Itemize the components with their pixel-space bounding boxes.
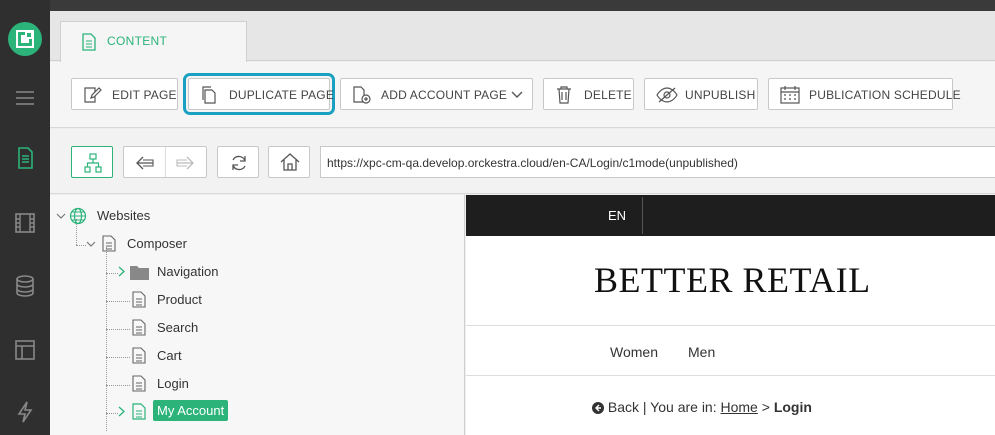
tree-label: My Account <box>153 400 229 421</box>
duplicate-icon <box>202 86 216 104</box>
edit-page-button[interactable]: EDIT PAGE <box>71 78 178 110</box>
unpublish-button[interactable]: UNPUBLISH <box>644 78 758 110</box>
tree-node-product[interactable]: Product <box>132 289 252 311</box>
chevron-down-icon[interactable] <box>86 241 96 248</box>
tree-label: Cart <box>157 348 182 363</box>
add-account-page-label: ADD ACCOUNT PAGE <box>381 88 508 102</box>
breadcrumb-home-link[interactable]: Home <box>721 399 758 415</box>
sitemap-icon <box>84 153 102 173</box>
tree-label: Product <box>157 292 202 307</box>
hamburger-menu-icon[interactable] <box>13 86 37 110</box>
page-icon <box>132 347 146 364</box>
site-tree: Websites Composer Navigation Product Sea… <box>50 195 465 435</box>
add-account-page-button[interactable]: ADD ACCOUNT PAGE <box>340 78 533 110</box>
menu-link-women[interactable]: Women <box>610 344 658 360</box>
tree-node-cart[interactable]: Cart <box>132 345 252 367</box>
browser-navigation-bar: https://xpc-cm-qa.develop.orckestra.clou… <box>50 129 995 194</box>
page-icon <box>102 235 116 252</box>
url-text: https://xpc-cm-qa.develop.orckestra.clou… <box>327 156 738 170</box>
page-icon <box>132 403 146 420</box>
folder-icon <box>130 266 149 280</box>
app-logo-icon[interactable] <box>8 22 42 56</box>
sitemap-toggle-button[interactable] <box>71 146 113 178</box>
layout-perspective-icon[interactable] <box>13 338 37 362</box>
breadcrumb-current: Login <box>773 399 812 415</box>
breadcrumb: Back | You are in: Home > Login <box>592 399 812 415</box>
toolbar: EDIT PAGE DUPLICATE PAGE ADD ACCOUNT PAG… <box>50 62 995 128</box>
edit-page-label: EDIT PAGE <box>112 88 177 102</box>
chevron-right-icon[interactable] <box>118 266 125 277</box>
app-sidebar <box>0 0 50 435</box>
duplicate-page-label: DUPLICATE PAGE <box>229 88 335 102</box>
trash-icon <box>557 86 571 104</box>
delete-label: DELETE <box>584 88 632 102</box>
menu-link-men[interactable]: Men <box>688 344 715 360</box>
eye-off-icon <box>656 87 678 103</box>
globe-icon <box>69 207 87 225</box>
page-icon <box>132 319 146 336</box>
tree-node-my-account[interactable]: My Account <box>118 400 268 423</box>
data-perspective-icon[interactable] <box>13 274 37 298</box>
functions-perspective-icon[interactable] <box>13 400 37 424</box>
edit-icon <box>84 87 102 103</box>
breadcrumb-prefix: | You are in: <box>642 399 717 415</box>
unpublish-label: UNPUBLISH <box>685 88 756 102</box>
page-preview: EN BETTER RETAIL Women Men Back | You ar… <box>466 195 995 435</box>
page-icon <box>132 291 146 308</box>
publication-schedule-label: PUBLICATION SCHEDULE <box>809 88 961 102</box>
calendar-icon <box>780 86 800 104</box>
breadcrumb-back-link[interactable]: Back <box>608 399 639 415</box>
preview-top-bar: EN <box>466 195 995 236</box>
tree-label: Websites <box>97 208 151 223</box>
chevron-right-icon[interactable] <box>118 406 125 417</box>
chevron-down-icon[interactable] <box>56 213 66 220</box>
tree-node-composer[interactable]: Composer <box>86 233 236 255</box>
tree-label: Navigation <box>157 264 219 279</box>
page-icon <box>132 375 146 392</box>
url-address-field[interactable]: https://xpc-cm-qa.develop.orckestra.clou… <box>320 146 995 178</box>
tab-content[interactable]: CONTENT <box>60 21 247 62</box>
brand-title[interactable]: BETTER RETAIL <box>594 259 871 301</box>
history-nav-group <box>123 146 207 178</box>
refresh-button[interactable] <box>217 146 259 178</box>
tree-label: Search <box>157 320 199 335</box>
refresh-icon <box>232 155 246 171</box>
duplicate-page-button[interactable]: DUPLICATE PAGE <box>183 73 335 115</box>
tree-node-navigation[interactable]: Navigation <box>118 261 268 283</box>
chevron-down-icon[interactable] <box>511 91 523 99</box>
language-selector[interactable]: EN <box>608 208 626 223</box>
tree-label: Login <box>157 376 189 391</box>
tree-label: Composer <box>127 236 187 251</box>
content-workspace: CONTENT EDIT PAGE DUPLICATE PAGE ADD ACC… <box>50 11 995 435</box>
tree-node-websites[interactable]: Websites <box>56 205 176 227</box>
tree-node-search[interactable]: Search <box>132 317 252 339</box>
media-perspective-icon[interactable] <box>13 211 37 235</box>
home-icon <box>280 153 300 171</box>
breadcrumb-separator: > <box>761 399 770 415</box>
add-page-icon <box>353 86 371 104</box>
tab-bar: CONTENT <box>50 11 995 62</box>
back-arrow-icon[interactable] <box>136 156 154 170</box>
publication-schedule-button[interactable]: PUBLICATION SCHEDULE <box>768 78 961 110</box>
tree-node-login[interactable]: Login <box>132 373 252 395</box>
content-perspective-icon[interactable] <box>13 146 37 170</box>
document-icon <box>82 33 96 51</box>
home-button[interactable] <box>268 146 310 178</box>
tab-content-label: CONTENT <box>107 34 168 48</box>
delete-button[interactable]: DELETE <box>543 78 634 110</box>
forward-arrow-icon[interactable] <box>176 156 194 170</box>
back-circle-icon[interactable] <box>592 402 604 414</box>
